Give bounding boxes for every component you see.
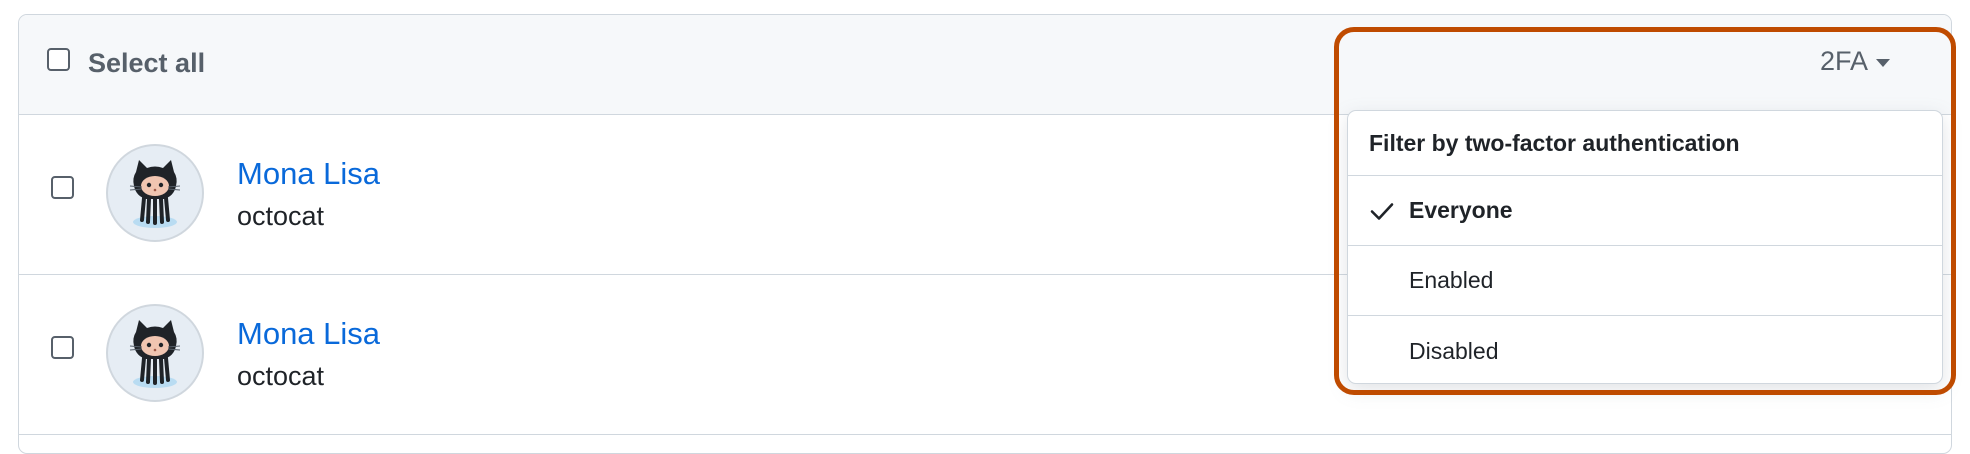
member-checkbox[interactable] (51, 176, 74, 199)
member-name-link[interactable]: Mona Lisa (237, 315, 380, 353)
menu-item-enabled[interactable]: Enabled (1348, 246, 1942, 316)
menu-item-label: Enabled (1409, 267, 1494, 293)
2fa-filter-button[interactable]: 2FA (1820, 44, 1891, 78)
caret-down-icon (1876, 58, 1891, 67)
octocat-avatar-icon[interactable] (106, 304, 204, 402)
member-login: octocat (237, 361, 325, 391)
2fa-filter-menu: Filter by two-factor authentication Ever… (1347, 110, 1943, 384)
select-all-checkbox[interactable] (47, 48, 70, 71)
menu-item-disabled[interactable]: Disabled (1348, 316, 1942, 383)
member-login: octocat (237, 201, 325, 231)
member-name-link[interactable]: Mona Lisa (237, 155, 380, 193)
menu-item-everyone[interactable]: Everyone (1348, 176, 1942, 246)
octocat-avatar-icon[interactable] (106, 144, 204, 242)
member-checkbox[interactable] (51, 336, 74, 359)
2fa-filter-label: 2FA (1820, 45, 1869, 76)
list-header: Select all (19, 15, 1951, 115)
menu-item-label: Everyone (1409, 197, 1513, 223)
menu-title: Filter by two-factor authentication (1348, 111, 1942, 176)
select-all-label: Select all (88, 48, 206, 78)
check-icon (1370, 203, 1394, 220)
menu-item-label: Disabled (1409, 337, 1499, 364)
